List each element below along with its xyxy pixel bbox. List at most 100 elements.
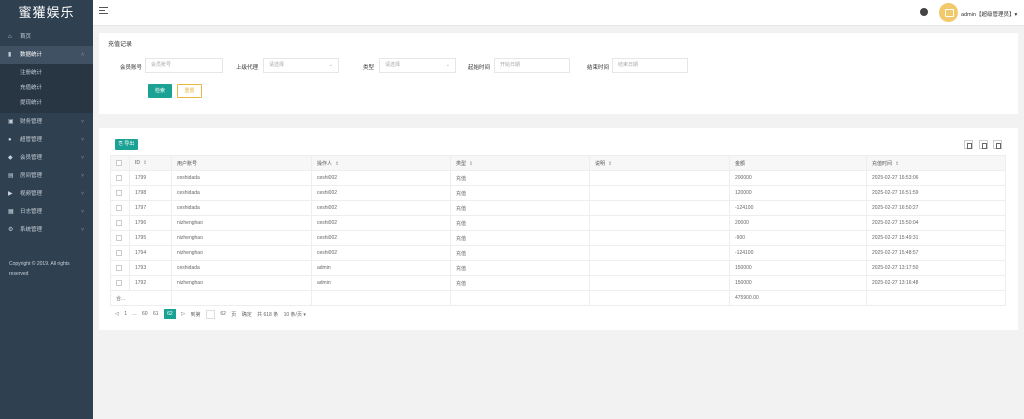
cell-operator: ceshi002 [311,230,451,246]
page-unit: 页 [231,311,237,318]
sidebar-item-label: 超管管理 [20,137,43,143]
end-time-label: 结束时间 [587,65,610,71]
cell-note [589,245,730,261]
prev-page-icon[interactable]: ◁ [115,311,119,317]
column-header-time[interactable]: 充值时间 ⇕ [866,155,1006,171]
cell-account: ceshidada [171,170,312,186]
row-checkbox[interactable] [110,245,130,261]
user-menu[interactable]: admin【超级管理员】▾ [961,10,1017,18]
users-icon: ◆ [8,155,13,161]
agent-select-value: 请选择 [269,62,285,68]
cell-note [589,230,730,246]
cell-id: 1795 [129,230,172,246]
cell-id: 1794 [129,245,172,261]
table-row: 1797 ceshidada ceshi002 充值 -124100 2025-… [110,200,1006,216]
goto-page-input[interactable] [205,309,215,319]
summary-row: 合... 475900.00 [110,290,1006,306]
columns-icon[interactable] [964,140,973,149]
column-header-type[interactable]: 类型 ⇕ [450,155,590,171]
sidebar-item-rooms[interactable]: ▤ 房间管理 ˅ [0,167,93,185]
row-checkbox[interactable] [110,200,130,216]
sidebar-item-admin[interactable]: ● 超管管理 ˅ [0,131,93,149]
cell-time: 2025-02-27 16:51:59 [866,185,1006,201]
cell-type: 充值 [450,215,590,231]
chevron-down-icon: ˅ [81,227,84,233]
type-select[interactable]: 请选择 ⌄ [379,58,456,73]
sort-icon[interactable]: ⇕ [895,161,899,167]
palette-icon[interactable] [920,8,928,16]
sidebar-item-label: 会员管理 [20,155,43,161]
reset-button[interactable]: 重置 [177,84,202,98]
settings-icon: ⚙ [8,227,14,233]
avatar[interactable] [939,3,958,22]
sort-icon[interactable]: ⇕ [335,161,339,167]
cell-note [589,275,730,291]
page-link[interactable]: 61 [153,311,159,317]
column-header-operator[interactable]: 操作人 ⇕ [311,155,451,171]
page-link[interactable]: 1 [124,311,127,317]
column-header-note[interactable]: 说明 ⇕ [589,155,730,171]
account-input[interactable]: 会员账号 [145,58,223,73]
agent-select[interactable]: 请选择 ⌄ [263,58,339,73]
copyright-line: Copyright © 2019. All rights [9,261,70,267]
cell-amount: 200000 [729,170,867,186]
export-tool-icon[interactable] [979,140,988,149]
cell-type: 充值 [450,170,590,186]
row-checkbox[interactable] [110,215,130,231]
row-checkbox[interactable] [110,275,130,291]
sidebar-item-videos[interactable]: ▶ 视频管理 ˅ [0,185,93,203]
sort-icon[interactable]: ⇕ [469,161,473,167]
next-page-icon[interactable]: ▷ [181,311,185,317]
cell-operator: ceshi002 [311,185,451,201]
sidebar-item-statistics[interactable]: ▮ 数据统计 ˄ [0,46,93,64]
sidebar-item-logs[interactable]: ▦ 日志管理 ˅ [0,203,93,221]
export-button[interactable]: ⎘ 导出 [115,139,138,150]
cell-type: 充值 [450,230,590,246]
sidebar-item-members[interactable]: ◆ 会员管理 ˅ [0,149,93,167]
sidebar-item-label: 首页 [20,34,32,40]
chevron-down-icon: ˅ [81,137,84,143]
account-label: 会员账号 [120,65,143,71]
sidebar: 蜜獾娱乐 ⌂ 首页 ▮ 数据统计 ˄ 注册统计 充值统计 提现统计 ▣ 财务管理… [0,0,93,419]
page-current[interactable]: 62 [163,309,176,319]
column-header-id[interactable]: ID ⇕ [129,155,172,171]
cell-note [589,200,730,216]
table-row: 1799 ceshidada ceshi002 充值 200000 2025-0… [110,170,1006,186]
start-date-input[interactable]: 开始日期 [494,58,570,73]
end-date-input[interactable]: 结束日期 [612,58,688,73]
table-row: 1793 ceshidada admin 充值 150000 2025-02-2… [110,260,1006,276]
type-label: 类型 [363,65,375,71]
search-button[interactable]: 检索 [148,84,172,98]
sort-icon[interactable]: ⇕ [143,160,147,166]
total-count: 共 618 条 [257,311,279,318]
sidebar-subitem-register[interactable]: 注册统计 [0,66,93,81]
cell-account: nizhenghao [171,245,312,261]
select-all-checkbox[interactable] [110,155,130,171]
print-icon[interactable] [993,140,1002,149]
sidebar-subitem-withdraw[interactable]: 提现统计 [0,96,93,111]
cell-time: 2025-02-27 16:50:27 [866,200,1006,216]
row-checkbox[interactable] [110,185,130,201]
row-checkbox[interactable] [110,170,130,186]
row-checkbox[interactable] [110,260,130,276]
row-checkbox[interactable] [110,230,130,246]
cell-type: 充值 [450,185,590,201]
page-size-select[interactable]: 10 条/页 ▾ [284,311,306,318]
goto-page-value: 62 [220,311,226,317]
agent-label: 上级代理 [236,65,259,71]
search-panel: 充值记录 [99,33,1018,114]
page-link[interactable]: 60 [142,311,148,317]
sidebar-subitem-recharge[interactable]: 充值统计 [0,81,93,96]
sidebar-item-home[interactable]: ⌂ 首页 [0,28,93,46]
sort-icon[interactable]: ⇕ [608,161,612,167]
start-time-label: 起始时间 [468,65,491,71]
cell-id: 1793 [129,260,172,276]
sidebar-item-finance[interactable]: ▣ 财务管理 ˅ [0,113,93,131]
sidebar-item-label: 视频管理 [20,191,43,197]
menu-toggle-icon[interactable] [99,7,108,16]
export-label: 导出 [124,141,135,147]
goto-confirm-button[interactable]: 确定 [242,311,252,318]
sidebar-item-system[interactable]: ⚙ 系统管理 ˅ [0,221,93,239]
chevron-down-icon: ⌄ [328,62,333,68]
table-row: 1796 nizhenghao ceshi002 充值 20000 2025-0… [110,215,1006,231]
